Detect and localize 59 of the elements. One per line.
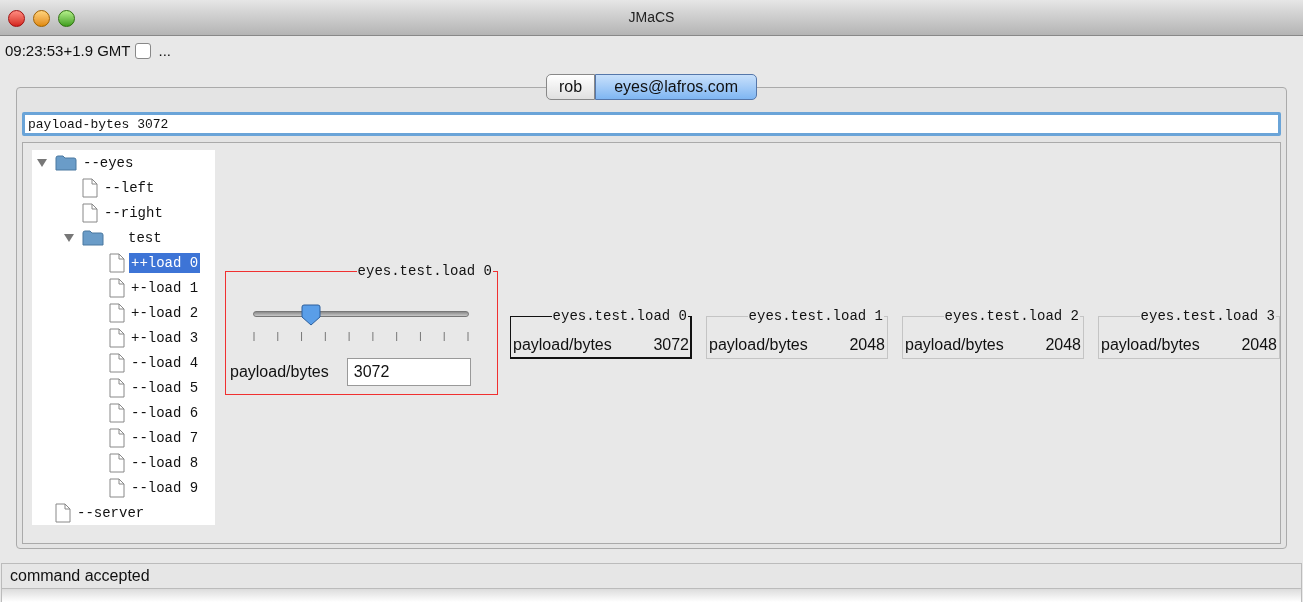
tree-item[interactable]: --right <box>102 202 165 223</box>
document-icon <box>109 427 125 448</box>
value-text: 2048 <box>1045 335 1081 355</box>
document-icon <box>109 277 125 298</box>
document-icon <box>109 402 125 423</box>
document-icon <box>109 377 125 398</box>
slider-thumb[interactable] <box>300 304 323 326</box>
document-icon <box>109 452 125 473</box>
value-text: 2048 <box>849 335 885 355</box>
document-icon <box>82 202 98 223</box>
value-label: payload/bytes <box>513 335 612 355</box>
value-text: 3072 <box>653 335 689 355</box>
value-label: payload/bytes <box>905 335 1004 355</box>
frame-title: eyes.test.load 0 <box>356 262 493 280</box>
frame-title: eyes.test.load 0 <box>551 307 688 325</box>
frame-title: eyes.test.load 3 <box>1139 307 1276 325</box>
tree-item[interactable]: --eyes <box>81 152 136 173</box>
expanded-triangle-icon[interactable] <box>37 157 47 168</box>
value-text: 2048 <box>1241 335 1277 355</box>
checkbox[interactable] <box>134 43 151 59</box>
command-field[interactable]: payload-bytes 3072 <box>22 112 1281 136</box>
close-icon[interactable] <box>8 10 25 27</box>
document-icon <box>109 302 125 323</box>
tree-item[interactable]: --load 8 <box>129 452 201 473</box>
tree-item[interactable]: test <box>126 227 164 248</box>
tab[interactable]: rob <box>546 74 596 100</box>
ellipsis-text: ... <box>158 40 171 61</box>
status-text: command accepted <box>10 566 150 586</box>
window-title: JMaCS <box>628 8 675 27</box>
value-field[interactable]: 3072 <box>346 358 471 386</box>
expanded-triangle-icon[interactable] <box>64 232 74 243</box>
tree-item[interactable]: +-load 2 <box>129 302 201 323</box>
document-icon <box>109 327 125 348</box>
document-icon <box>109 252 125 273</box>
tree-item[interactable]: --load 5 <box>129 377 201 398</box>
field-label: payload/bytes <box>230 362 329 382</box>
tree-item[interactable]: --load 4 <box>129 352 201 373</box>
tree-item[interactable]: --load 6 <box>129 402 201 423</box>
value-label: payload/bytes <box>1101 335 1200 355</box>
frame-title: eyes.test.load 1 <box>747 307 884 325</box>
slider[interactable] <box>253 304 469 344</box>
tree-item[interactable]: --left <box>102 177 157 198</box>
tree-item[interactable]: --load 7 <box>129 427 201 448</box>
document-icon <box>109 477 125 498</box>
tree-item[interactable]: --server <box>75 502 147 523</box>
tree-item[interactable]: --load 9 <box>129 477 201 498</box>
document-icon <box>82 177 98 198</box>
folder-icon <box>82 229 104 246</box>
tab[interactable]: eyes@lafros.com <box>595 74 757 100</box>
tree-item[interactable]: ++load 0 <box>129 252 201 273</box>
document-icon <box>109 352 125 373</box>
value-label: payload/bytes <box>709 335 808 355</box>
tree-item[interactable]: +-load 3 <box>129 327 201 348</box>
folder-icon <box>55 154 77 171</box>
tree-item[interactable]: +-load 1 <box>129 277 201 298</box>
zoom-icon[interactable] <box>58 10 75 27</box>
clock-text: 09:23:53+1.9 GMT <box>5 40 131 61</box>
minimize-icon[interactable] <box>33 10 50 27</box>
frame-title: eyes.test.load 2 <box>943 307 1080 325</box>
